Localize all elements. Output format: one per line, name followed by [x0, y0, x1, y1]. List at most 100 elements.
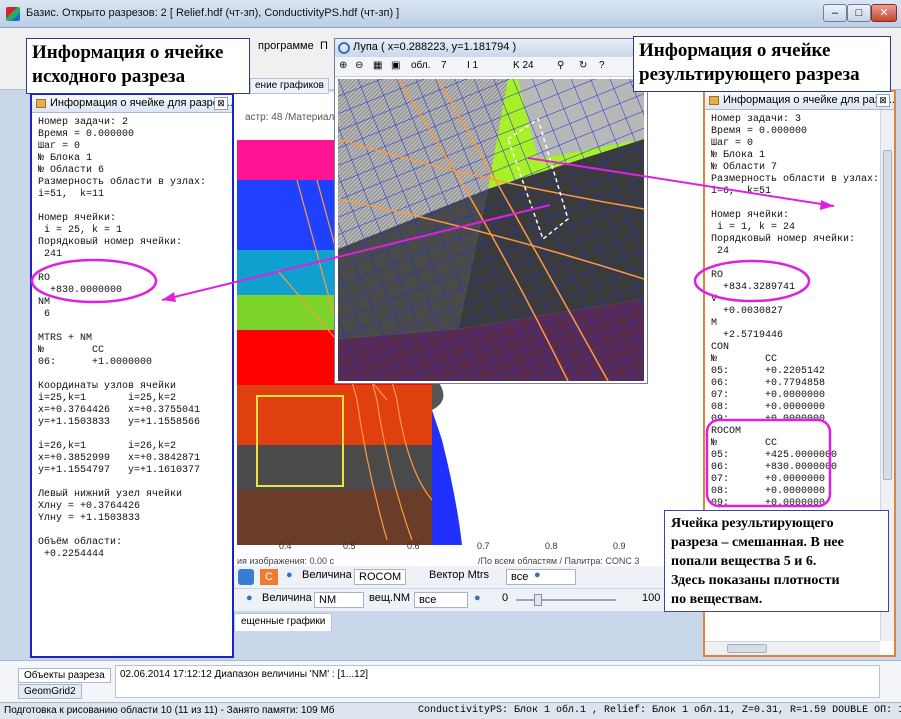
tab-overlaid-plots[interactable]: ещенные графики — [234, 613, 333, 631]
status-left: Подготовка к рисованию области 10 (11 из… — [4, 705, 335, 716]
info-line: Размерность области в узлах: — [711, 174, 880, 185]
tab-section-objects[interactable]: Объекты разреза — [18, 668, 111, 683]
info-line: CON — [711, 342, 730, 353]
settings-icon[interactable] — [238, 569, 254, 585]
log-entry: 02.06.2014 17:12:12 Диапазон величины 'N… — [120, 669, 369, 680]
magnifier-titlebar[interactable]: Лупа ( x=0.288223, y=1.181794 ) — [335, 39, 647, 57]
info-line: 6 — [38, 309, 51, 320]
panel-header[interactable]: Информация о ячейке для разр... ⊠ — [705, 92, 894, 110]
panel-title: Информация о ячейке для разрез... — [50, 97, 232, 109]
tab-geomgrid2[interactable]: GeomGrid2 — [18, 684, 82, 699]
info-line: i=25,k=1 i=25,k=2 — [38, 393, 177, 404]
substance-select[interactable]: все — [414, 592, 468, 608]
scrollbar-thumb[interactable] — [883, 150, 892, 480]
callout-line: по веществам. — [671, 592, 763, 607]
panel-header[interactable]: Информация о ячейке для разрез... ⊠ — [32, 95, 232, 113]
close-button[interactable]: ✕ — [871, 4, 897, 22]
info-line: RO — [711, 270, 724, 281]
refresh-icon[interactable]: ↻ — [579, 60, 587, 71]
window-titlebar[interactable]: Базис. Открыто разрезов: 2 [ Relief.hdf … — [0, 0, 901, 28]
plot-footer-right: /По всем областям / Палитра: CONC 3 — [478, 556, 640, 566]
info-line: Порядковый номер ячейки: — [38, 237, 183, 248]
callout-line: Информация о ячейке — [639, 40, 831, 61]
info-line: Координаты узлов ячейки — [38, 381, 177, 392]
value-select[interactable]: NM — [314, 592, 364, 608]
status-right: ConductivityPS: Блок 1 обл.1 , Relief: Б… — [418, 705, 901, 716]
controls-row-1: C ● Величина ROCOM Вектор Mtrs все ● — [234, 566, 704, 588]
slider-min: 0 — [502, 592, 509, 604]
color-dot-icon[interactable]: ● — [474, 592, 481, 604]
slider-thumb[interactable] — [534, 594, 542, 606]
area-select[interactable]: 7 — [441, 60, 447, 71]
info-line: Номер ячейки: — [711, 210, 790, 221]
info-line: № Области 7 — [711, 162, 778, 173]
fit-icon[interactable]: ▣ — [391, 60, 400, 71]
opacity-slider[interactable] — [516, 599, 616, 601]
plot-footer-left: ия изображения: 0.00 с — [237, 556, 335, 566]
callout-result-cell-info: Информация о ячейке результирующего разр… — [633, 36, 891, 92]
info-line: 09: +0.0000000 — [711, 498, 826, 509]
panel-content: Номер задачи: 2 Время = 0.000000 Шаг = 0 № … — [32, 113, 232, 656]
minimize-button[interactable]: – — [823, 4, 847, 22]
section-plot-right[interactable] — [432, 380, 702, 545]
info-line: Шаг = 0 — [711, 138, 754, 149]
zoom-in-icon[interactable]: ⊕ — [339, 60, 347, 71]
magnifier-window[interactable]: Лупа ( x=0.288223, y=1.181794 ) ⊕ ⊖ ▦ ▣ … — [334, 38, 648, 384]
window-title: Базис. Открыто разрезов: 2 [ Relief.hdf … — [26, 7, 400, 19]
info-line: NM — [38, 297, 51, 308]
info-line: 08: +0.0000000 — [711, 486, 826, 497]
value-label: Величина — [262, 592, 312, 604]
callout-line: попали вещества 5 и 6. — [671, 554, 817, 569]
substance-label: вещ.NM — [369, 592, 411, 604]
menu-item-p[interactable]: П — [320, 40, 328, 52]
panel-icon — [709, 96, 719, 105]
i-index: I 1 — [467, 60, 479, 71]
info-line: 08: +0.0000000 — [711, 402, 826, 413]
info-line: № CC — [38, 345, 105, 356]
tab-plots[interactable]: ение графиков — [250, 78, 329, 94]
app-icon — [6, 7, 20, 21]
scrollbar-thumb[interactable] — [727, 644, 767, 653]
info-line: x=+0.3852999 x=+0.3842871 — [38, 453, 201, 464]
callout-line: разреза – смешанная. В нее — [671, 535, 844, 550]
zoom-out-icon[interactable]: ⊖ — [355, 60, 363, 71]
droplet-icon: ● — [286, 569, 293, 581]
area-label: обл. — [411, 60, 431, 71]
panel-close-icon[interactable]: ⊠ — [876, 94, 890, 107]
x-tick-label: 0.5 — [343, 541, 356, 551]
info-line: y=+1.1554797 y=+1.1610377 — [38, 465, 201, 476]
magnifier-title: Лупа ( x=0.288223, y=1.181794 ) — [353, 41, 517, 53]
menu-item-about[interactable]: программе — [258, 40, 314, 52]
help-icon[interactable]: ? — [599, 60, 605, 71]
magnifier-view[interactable] — [338, 79, 644, 381]
info-line: +2.5719446 — [711, 330, 784, 341]
horizontal-scrollbar[interactable] — [705, 641, 880, 655]
find-icon[interactable]: ⚲ — [557, 60, 564, 71]
callout-line: Информация о ячейке — [32, 42, 224, 63]
cell-info-panel-source[interactable]: Информация о ячейке для разрез... ⊠ Номе… — [30, 93, 234, 658]
maximize-button[interactable]: □ — [847, 4, 871, 22]
color-dot-icon[interactable]: ● — [534, 569, 541, 581]
info-line: Левый нижний узел ячейки — [38, 489, 183, 500]
info-line: 07: +0.0000000 — [711, 390, 826, 401]
info-line: Порядковый номер ячейки: — [711, 234, 856, 245]
status-bar: Подготовка к рисованию области 10 (11 из… — [0, 702, 901, 719]
info-line: +830.0000000 — [38, 285, 123, 296]
c-button[interactable]: C — [260, 569, 278, 585]
info-line: 05: +0.2205142 — [711, 366, 826, 377]
info-line: i = 1, k = 24 — [711, 222, 796, 233]
value-select[interactable]: ROCOM — [354, 569, 407, 585]
vector-select[interactable]: все — [506, 569, 576, 585]
info-line: i = 25, k = 1 — [38, 225, 123, 236]
info-line: V — [711, 294, 718, 305]
info-line: № Области 6 — [38, 165, 105, 176]
info-line: Номер ячейки: — [38, 213, 117, 224]
x-tick-label: 0.8 — [545, 541, 558, 551]
info-line: № CC — [711, 354, 778, 365]
callout-line: Здесь показаны плотности — [671, 573, 840, 588]
panel-close-icon[interactable]: ⊠ — [214, 97, 228, 110]
info-line: Время = 0.000000 — [38, 129, 135, 140]
grid-icon[interactable]: ▦ — [373, 60, 382, 71]
x-tick-label: 0.4 — [279, 541, 292, 551]
info-line: +0.2254444 — [38, 549, 105, 560]
